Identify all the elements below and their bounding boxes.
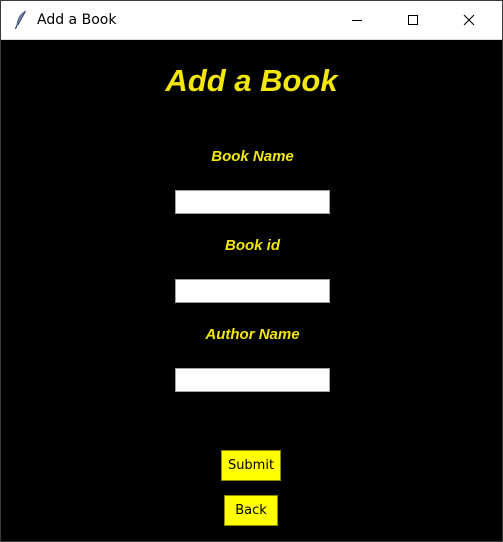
app-window: Add a Book Add a Book Book Name Book id … — [0, 0, 503, 542]
title-bar[interactable]: Add a Book — [1, 1, 502, 40]
maximize-button[interactable] — [390, 1, 436, 39]
back-button[interactable]: Back — [224, 495, 278, 526]
author-name-input[interactable] — [175, 368, 330, 392]
minimize-button[interactable] — [334, 1, 380, 39]
submit-button[interactable]: Submit — [221, 450, 281, 481]
book-id-input[interactable] — [175, 279, 330, 303]
minimize-icon — [351, 11, 363, 30]
feather-icon — [14, 10, 28, 30]
page-title: Add a Book — [165, 63, 338, 98]
form-area: Add a Book Book Name Book id Author Name… — [1, 40, 502, 541]
book-name-label: Book Name — [211, 148, 294, 165]
book-name-input[interactable] — [175, 190, 330, 214]
book-id-label: Book id — [225, 237, 280, 254]
maximize-icon — [407, 11, 419, 30]
window-title: Add a Book — [37, 12, 117, 28]
close-icon — [463, 11, 475, 30]
author-name-label: Author Name — [205, 326, 300, 343]
close-button[interactable] — [446, 1, 492, 39]
